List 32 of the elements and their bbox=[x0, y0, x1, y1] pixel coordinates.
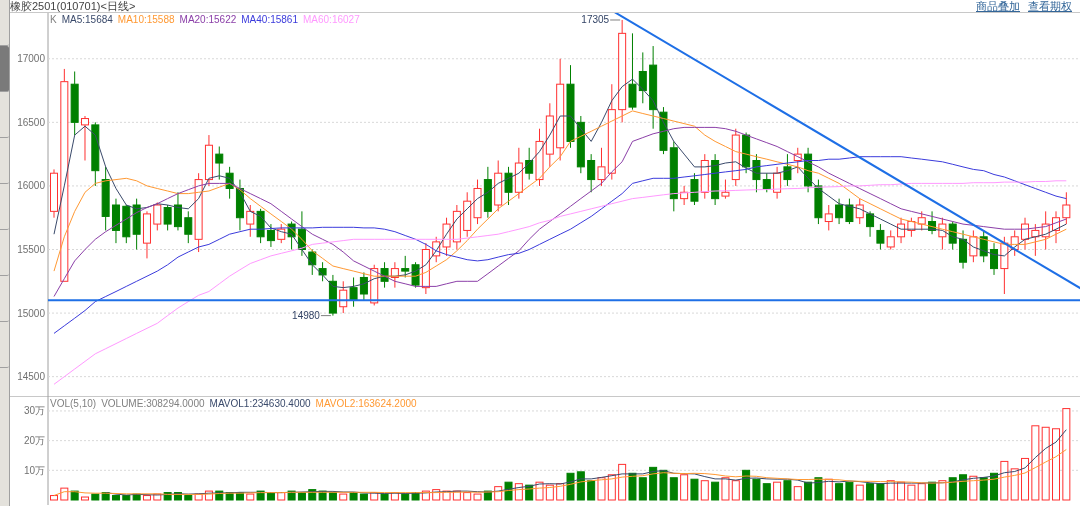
legend-value: :15684 bbox=[82, 14, 113, 26]
price-label: 14980 bbox=[292, 310, 320, 322]
legend-label: MA60 bbox=[303, 14, 330, 26]
price-label: 17305 bbox=[581, 14, 610, 26]
axis-label: 14500 bbox=[17, 371, 45, 383]
chart-title: 橡胶2501(010701)<日线> bbox=[10, 0, 136, 12]
legend-value: :15861 bbox=[267, 14, 298, 26]
legend-label: MA20 bbox=[179, 14, 206, 26]
header-link[interactable]: 商品叠加 bbox=[976, 0, 1020, 12]
axis-label: 15500 bbox=[17, 244, 45, 255]
legend-value: :15588 bbox=[143, 14, 175, 26]
legend-label: K bbox=[50, 14, 57, 26]
legend-value: :16027 bbox=[329, 14, 360, 26]
legend-label: MAVOL1 bbox=[209, 398, 250, 410]
axis-label: 17000 bbox=[17, 53, 45, 65]
axis-label: 20万 bbox=[23, 435, 45, 447]
legend-label: MA40 bbox=[241, 14, 268, 26]
axis-label: 16000 bbox=[17, 180, 45, 192]
legend-label: VOLUME bbox=[101, 398, 144, 410]
chart-title: VOL(5,10) bbox=[50, 398, 97, 410]
axis-label: 16500 bbox=[17, 116, 45, 128]
axis-label: 10万 bbox=[23, 464, 45, 476]
legend-value: :308294.0000 bbox=[143, 398, 205, 410]
legend-value: :234630.4000 bbox=[249, 398, 311, 410]
axis-label: 15000 bbox=[17, 307, 45, 319]
header-link[interactable]: 查看期权 bbox=[1028, 0, 1072, 12]
axis-label: 30万 bbox=[23, 405, 45, 417]
legend-label: MA10 bbox=[117, 14, 144, 26]
legend-label: MAVOL2 bbox=[315, 398, 356, 410]
legend-value: :163624.2000 bbox=[355, 398, 417, 410]
legend-label: MA5 bbox=[61, 14, 83, 26]
legend-value: :15622 bbox=[205, 14, 237, 26]
